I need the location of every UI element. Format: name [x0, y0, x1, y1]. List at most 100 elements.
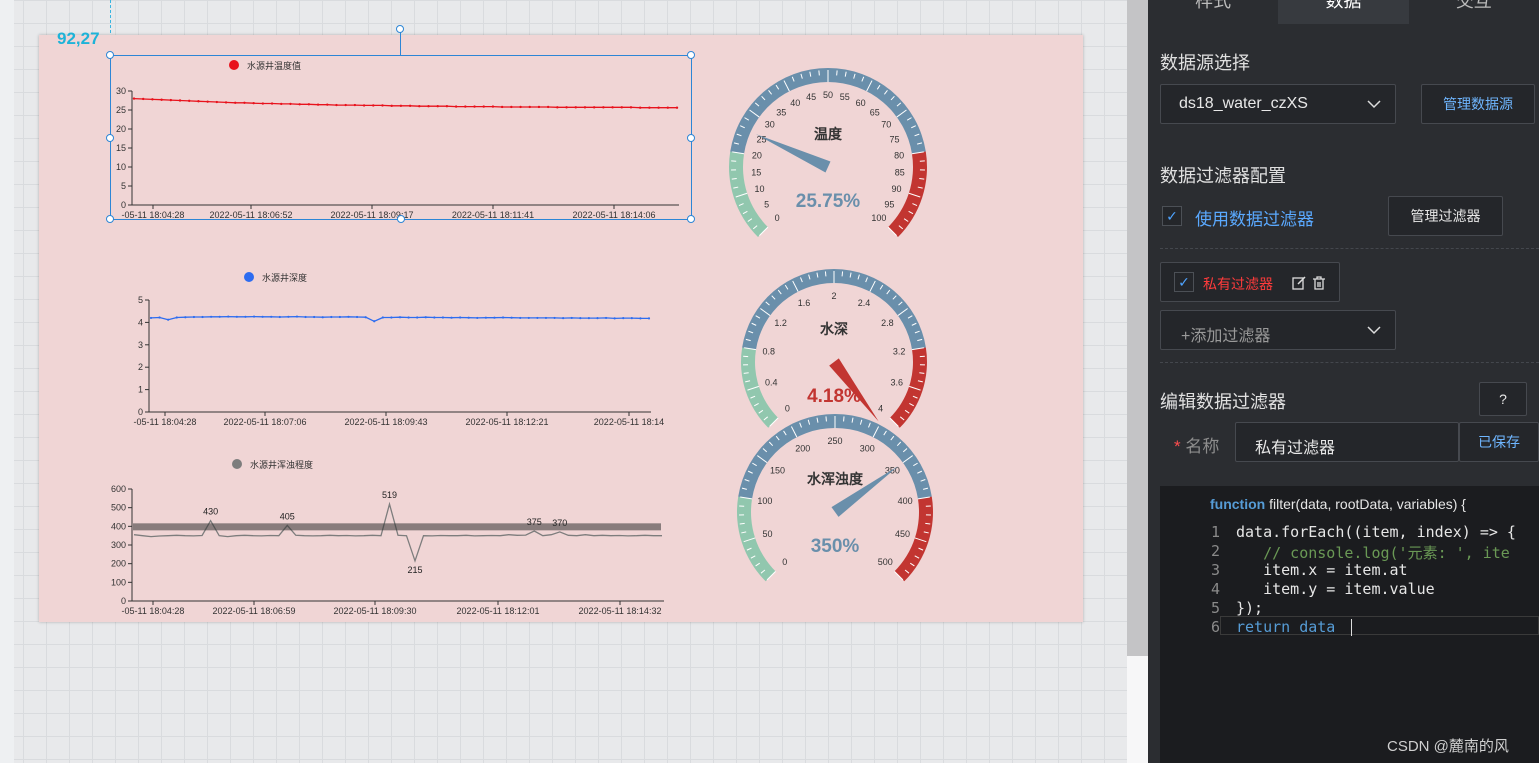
add-filter-label: +添加过滤器 — [1181, 328, 1271, 345]
gauge-tick-label: 50 — [762, 529, 772, 539]
data-point — [252, 315, 256, 318]
resize-handle[interactable] — [106, 134, 114, 142]
selection-box[interactable] — [110, 55, 692, 220]
gauge-tick-label: 60 — [856, 98, 866, 108]
gauge-tick — [739, 522, 745, 525]
data-point — [622, 317, 625, 320]
y-tick-label: 300 — [111, 540, 126, 550]
gauge-tick — [919, 372, 925, 374]
saved-button[interactable]: 已保存 — [1459, 422, 1539, 462]
data-point — [544, 316, 548, 320]
data-point — [287, 315, 290, 318]
gauge-tick-label: 4 — [878, 404, 883, 414]
help-button[interactable]: ? — [1479, 382, 1527, 416]
data-point — [501, 316, 505, 319]
line-number: 1 — [1210, 523, 1220, 541]
gauge-tick-label: 20 — [752, 151, 762, 161]
y-tick-label: 3 — [138, 340, 143, 350]
gauge-tick-label: 0.4 — [765, 377, 778, 387]
gauge-tick-label: 90 — [891, 184, 901, 194]
data-point — [476, 316, 479, 320]
use-filter-checkbox[interactable]: ✓ — [1162, 206, 1182, 226]
gauge-tick — [925, 522, 931, 525]
scrollbar-thumb[interactable] — [1127, 0, 1148, 656]
coordinate-readout: 92,27 — [57, 29, 100, 48]
data-label: 215 — [408, 565, 423, 575]
data-point — [527, 316, 530, 320]
resize-handle[interactable] — [397, 215, 405, 223]
data-point — [398, 316, 402, 319]
data-point — [295, 315, 299, 318]
edit-filter-title: 编辑数据过滤器 — [1160, 392, 1286, 412]
required-mark: * — [1174, 437, 1181, 456]
vertical-ruler — [0, 0, 14, 763]
code-editor[interactable]: function filter(data, rootData, variable… — [1160, 486, 1539, 763]
data-label: 430 — [203, 507, 218, 517]
tab-style[interactable]: 样式 — [1148, 0, 1278, 24]
resize-handle[interactable] — [106, 215, 114, 223]
gauge-band-high — [888, 151, 927, 238]
code-line: item.y = item.value — [1236, 580, 1435, 598]
watermark: CSDN @麓南的风 — [1387, 738, 1509, 755]
gauge-tick-label: 0 — [782, 557, 787, 567]
data-point — [184, 316, 187, 319]
line-number: 3 — [1210, 561, 1220, 579]
use-filter-label[interactable]: 使用数据过滤器 — [1195, 205, 1314, 230]
data-point — [270, 315, 273, 318]
data-point — [596, 317, 599, 320]
tab-interaction[interactable]: 交互 — [1409, 0, 1539, 24]
data-label: 405 — [280, 511, 295, 521]
gauge-value: 4.18% — [807, 386, 861, 407]
canvas-scrollbar[interactable] — [1127, 0, 1148, 763]
data-point — [227, 315, 230, 318]
gauge-tick-label: 80 — [894, 151, 904, 161]
filter-name-input[interactable]: 私有过滤器 — [1235, 422, 1459, 462]
add-filter-select[interactable]: +添加过滤器 — [1160, 310, 1396, 350]
data-point — [630, 317, 633, 320]
data-point — [167, 318, 170, 321]
resize-handle[interactable] — [687, 51, 695, 59]
manage-datasource-button[interactable]: 管理数据源 — [1421, 84, 1535, 124]
x-tick-label: 2022-05-11 18:12:21 — [466, 417, 549, 427]
y-tick-label: 1 — [138, 385, 143, 395]
trash-icon[interactable] — [1312, 276, 1326, 290]
data-point — [416, 316, 419, 319]
tab-data[interactable]: 数据 — [1278, 0, 1409, 24]
datasource-select[interactable]: ds18_water_czXS — [1160, 84, 1396, 124]
gauge-tick-label: 2.4 — [858, 298, 871, 308]
x-tick-label: 2022-05-11 18:09:30 — [334, 606, 417, 616]
x-tick-label: 2022-05-11 18:06:59 — [213, 606, 296, 616]
y-tick-label: 200 — [111, 559, 126, 569]
edit-icon[interactable] — [1292, 276, 1306, 290]
resize-handle[interactable] — [687, 134, 695, 142]
x-tick-label: 2022-05-11 18:14:32 — [579, 606, 662, 616]
legend-marker — [232, 459, 242, 469]
manage-filter-button[interactable]: 管理过滤器 — [1388, 196, 1503, 236]
line-number: 5 — [1210, 599, 1220, 617]
data-point — [304, 315, 307, 319]
gauge-tick-label: 15 — [751, 168, 761, 178]
gauge-tick-label: 85 — [895, 168, 905, 178]
private-filter-item[interactable]: ✓ 私有过滤器 — [1160, 262, 1340, 302]
data-point — [313, 315, 316, 319]
y-tick-label: 2 — [138, 362, 143, 372]
data-point — [218, 315, 221, 318]
code-line: }); — [1236, 599, 1264, 617]
gauge-title: 水深 — [820, 321, 848, 337]
name-label-row: * 名称 — [1174, 432, 1219, 457]
y-tick-label: 4 — [138, 317, 143, 327]
data-point — [338, 315, 341, 319]
panel-tabs: 样式 数据 交互 — [1148, 0, 1539, 24]
name-label: 名称 — [1185, 437, 1220, 456]
y-tick-label: 100 — [111, 577, 126, 587]
line-number: 6 — [1210, 618, 1220, 636]
property-panel: 样式 数据 交互 数据源选择 ds18_water_czXS 管理数据源 数据过… — [1148, 0, 1539, 763]
rotate-handle[interactable] — [396, 25, 404, 33]
data-point — [192, 315, 196, 319]
private-filter-checkbox[interactable]: ✓ — [1174, 272, 1194, 292]
gauge-tick — [731, 178, 737, 180]
resize-handle[interactable] — [106, 51, 114, 59]
data-point — [364, 316, 367, 319]
y-tick-label: 400 — [111, 521, 126, 531]
resize-handle[interactable] — [687, 215, 695, 223]
